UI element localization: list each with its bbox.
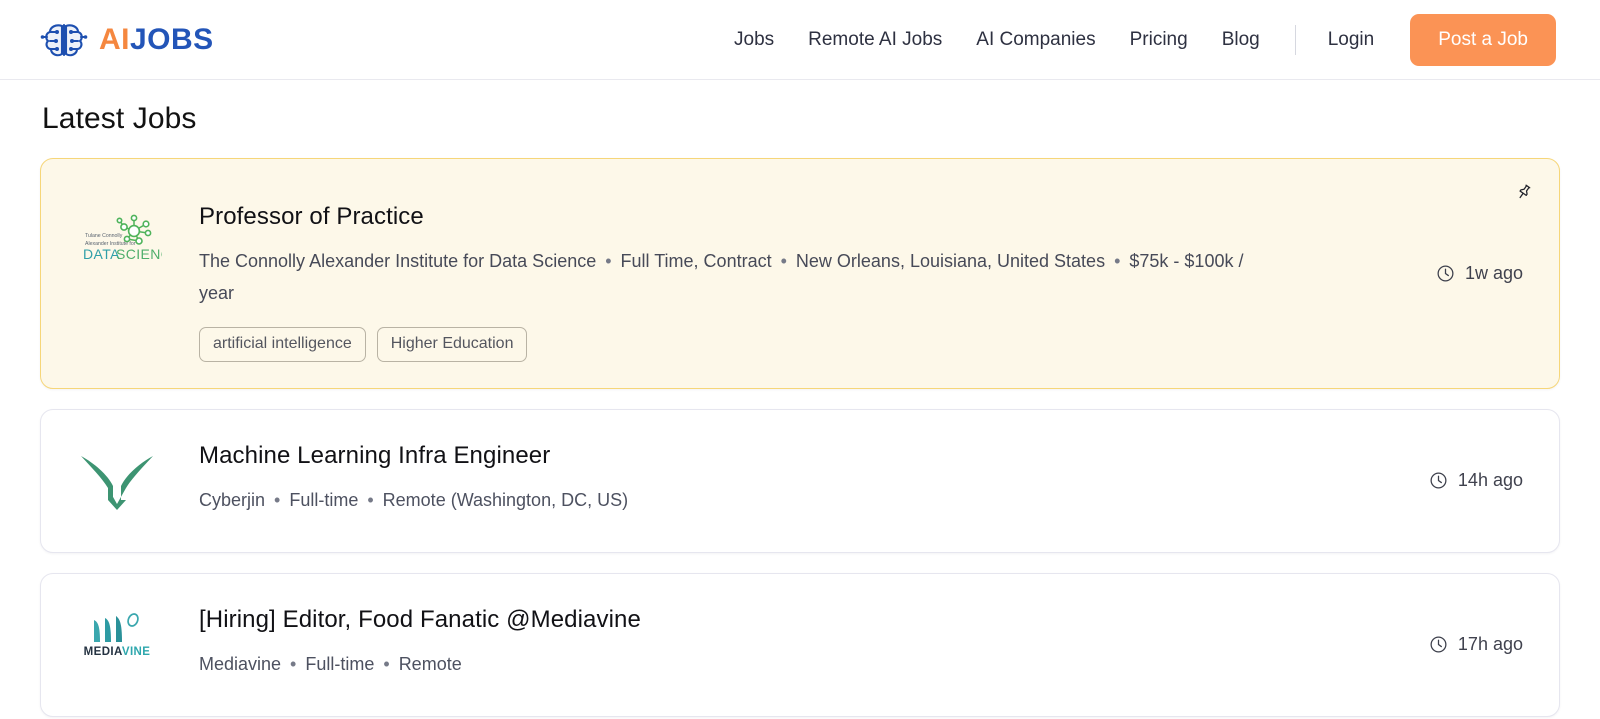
- logo-text-jobs: JOBS: [130, 22, 214, 56]
- job-meta: The Connolly Alexander Institute for Dat…: [199, 245, 1249, 309]
- job-posted-label: 14h ago: [1457, 470, 1523, 491]
- svg-text:SCIENCE: SCIENCE: [116, 246, 162, 262]
- job-posted-time: 14h ago: [1429, 470, 1529, 491]
- job-list: Tulane Connolly Alexander Institute for …: [40, 158, 1560, 717]
- job-meta: Cyberjin • Full-time • Remote (Washington, D…: [199, 484, 1249, 516]
- job-location: Remote (Washington, DC, US): [382, 489, 629, 510]
- nav-link-ai-companies[interactable]: AI Companies: [959, 29, 1112, 51]
- main-content: Latest Jobs Tulane Connolly Alexander In…: [0, 102, 1600, 717]
- job-details: Professor of Practice The Connolly Alexa…: [165, 185, 1436, 362]
- job-tag[interactable]: artificial intelligence: [199, 326, 366, 362]
- job-details: Machine Learning Infra Engineer Cyberjin…: [165, 436, 1429, 516]
- post-a-job-button[interactable]: Post a Job: [1410, 13, 1556, 66]
- site-logo[interactable]: AIJOBS: [40, 18, 214, 62]
- meta-separator: •: [1114, 250, 1121, 271]
- job-posted-time: 17h ago: [1429, 634, 1529, 655]
- cyberjin-logo: [81, 455, 153, 510]
- nav-link-remote-ai-jobs[interactable]: Remote AI Jobs: [791, 29, 959, 51]
- job-posted-time: 1w ago: [1436, 263, 1529, 284]
- main-navigation: Jobs Remote AI Jobs AI Companies Pricing…: [717, 13, 1556, 66]
- site-header: AIJOBS Jobs Remote AI Jobs AI Companies …: [0, 0, 1600, 80]
- clock-icon: [1430, 472, 1447, 489]
- job-employment-type: Full-time: [289, 489, 359, 510]
- job-title[interactable]: Professor of Practice: [199, 203, 1436, 232]
- clock-icon: [1430, 636, 1447, 653]
- mediavine-mark-icon: [94, 613, 139, 642]
- job-location: Remote: [398, 653, 462, 674]
- mediavine-wordmark: MEDIAVINE: [83, 645, 151, 659]
- nav-divider: [1294, 24, 1296, 55]
- site-logo-text: AIJOBS: [99, 22, 214, 56]
- clock-icon: [1437, 265, 1454, 282]
- mediavine-logo: MEDIAVINE: [84, 612, 151, 659]
- svg-text:Tulane Connolly: Tulane Connolly: [85, 233, 123, 239]
- job-employment-type: Full Time, Contract: [620, 250, 772, 271]
- logo-text-ai: AI: [99, 22, 130, 56]
- svg-text:DATA: DATA: [83, 246, 120, 262]
- company-logo: MEDIAVINE: [69, 600, 165, 659]
- mediavine-word-vine: VINE: [121, 645, 151, 658]
- job-card[interactable]: MEDIAVINE [Hiring] Editor, Food Fanatic …: [40, 572, 1560, 717]
- job-employment-type: Full-time: [305, 653, 375, 674]
- pin-job-button[interactable]: [1511, 179, 1537, 205]
- meta-separator: •: [383, 653, 390, 674]
- job-title[interactable]: [Hiring] Editor, Food Fanatic @Mediavine: [199, 606, 1429, 635]
- meta-separator: •: [605, 250, 612, 271]
- page-title: Latest Jobs: [42, 102, 197, 135]
- login-link[interactable]: Login: [1314, 29, 1389, 51]
- job-company: Cyberjin: [199, 489, 266, 510]
- job-meta: Mediavine • Full-time • Remote: [199, 648, 1249, 680]
- job-location: New Orleans, Louisiana, United States: [795, 250, 1106, 271]
- job-details: [Hiring] Editor, Food Fanatic @Mediavine…: [165, 600, 1429, 680]
- job-tags: artificial intelligence Higher Education: [199, 326, 1436, 362]
- nav-link-pricing[interactable]: Pricing: [1113, 29, 1205, 51]
- nav-link-blog[interactable]: Blog: [1205, 29, 1277, 51]
- meta-separator: •: [780, 250, 787, 271]
- brain-circuit-icon: [40, 23, 88, 56]
- pin-icon: [1519, 184, 1531, 199]
- connolly-alexander-data-science-logo: Tulane Connolly Alexander Institute for …: [83, 214, 162, 262]
- mediavine-word-media: MEDIA: [83, 645, 122, 658]
- job-posted-label: 1w ago: [1464, 262, 1523, 283]
- job-card[interactable]: Machine Learning Infra Engineer Cyberjin…: [40, 408, 1560, 553]
- job-card-featured[interactable]: Tulane Connolly Alexander Institute for …: [40, 158, 1560, 389]
- job-title[interactable]: Machine Learning Infra Engineer: [199, 442, 1429, 471]
- company-logo: Tulane Connolly Alexander Institute for …: [69, 185, 165, 267]
- meta-separator: •: [290, 653, 297, 674]
- job-posted-label: 17h ago: [1457, 634, 1523, 655]
- meta-separator: •: [274, 489, 281, 510]
- meta-separator: •: [367, 489, 374, 510]
- job-company: The Connolly Alexander Institute for Dat…: [199, 250, 597, 271]
- company-logo: [69, 436, 165, 510]
- job-tag[interactable]: Higher Education: [376, 326, 528, 362]
- nav-link-jobs[interactable]: Jobs: [717, 29, 791, 51]
- job-company: Mediavine: [199, 653, 282, 674]
